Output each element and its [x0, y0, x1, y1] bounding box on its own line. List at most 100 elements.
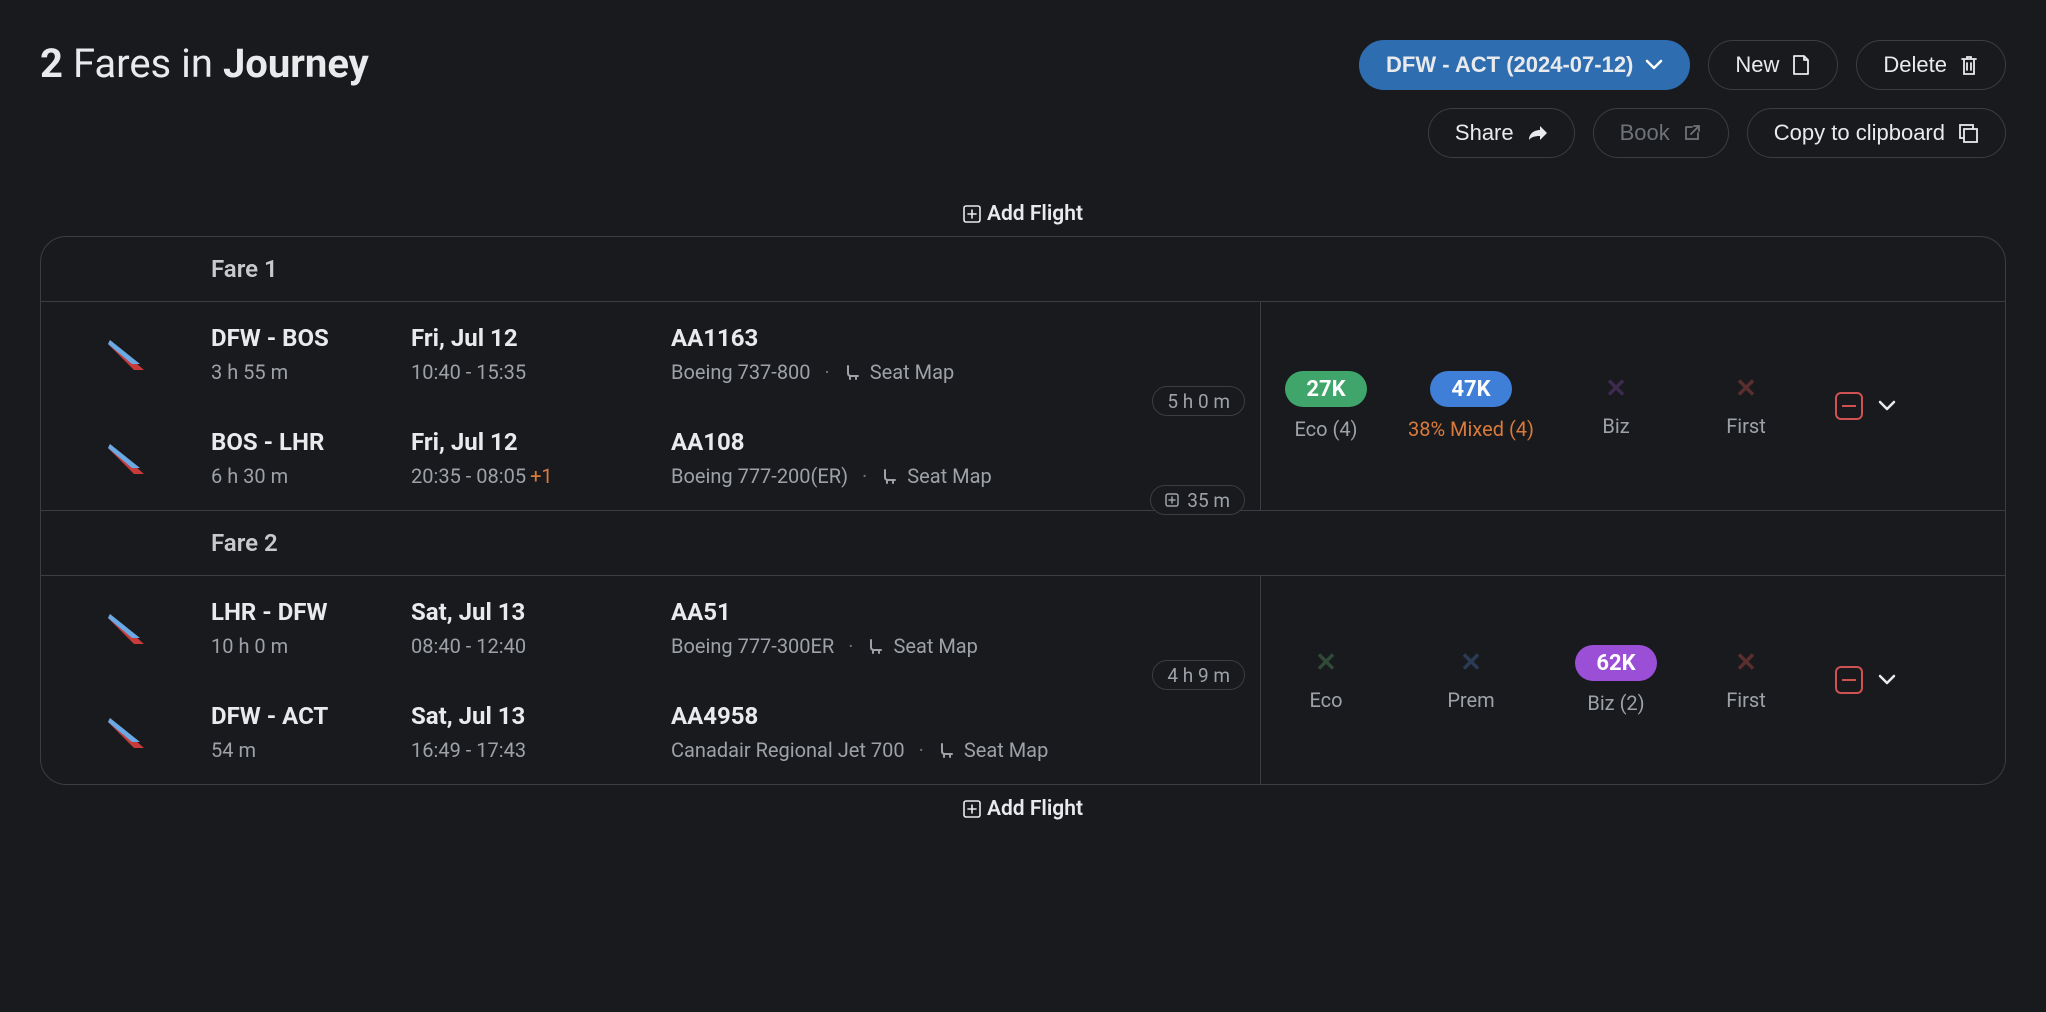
- x-icon: ✕: [1735, 374, 1757, 404]
- mixed-points: 47K: [1430, 371, 1512, 407]
- seat-map-label: Seat Map: [907, 464, 991, 488]
- cabin-first: ✕ First: [1726, 374, 1766, 438]
- chevron-down-icon[interactable]: [1877, 399, 1897, 413]
- cabin-mixed[interactable]: 47K 38% Mixed (4): [1408, 371, 1534, 441]
- route: DFW - BOS: [211, 324, 411, 352]
- book-button[interactable]: Book: [1593, 108, 1729, 158]
- add-flight-label: Add Flight: [987, 797, 1083, 821]
- fare2-label: Fare 2: [41, 511, 2005, 576]
- times: 10:40 - 15:35: [411, 360, 526, 384]
- duration: 54 m: [211, 738, 411, 762]
- date: Fri, Jul 12: [411, 428, 671, 456]
- eco-label: Eco (4): [1294, 417, 1357, 441]
- seat-map-link[interactable]: Seat Map: [938, 738, 1048, 762]
- connect-pill[interactable]: 35 m: [1150, 485, 1245, 515]
- dot-separator-icon: ·: [862, 464, 867, 488]
- layover-pill: 4 h 9 m: [1152, 660, 1245, 690]
- fare2-segment-1: DFW - ACT 54 m Sat, Jul 13 16:49 - 17:43…: [41, 680, 1260, 784]
- cabin-biz[interactable]: 62K Biz (2): [1575, 645, 1657, 715]
- fares-card: Fare 1 DFW - BOS 3 h 55 m Fri, Jul 12 10…: [40, 236, 2006, 785]
- add-flight-top[interactable]: Add Flight: [40, 196, 2006, 236]
- aircraft: Canadair Regional Jet 700: [671, 738, 905, 762]
- plus-square-icon: [963, 800, 981, 818]
- layover-duration: 4 h 9 m: [1167, 664, 1230, 687]
- x-icon: ✕: [1605, 374, 1627, 404]
- fare-label-text: Fares in: [73, 40, 213, 87]
- chevron-down-icon[interactable]: [1877, 673, 1897, 687]
- flight-number: AA108: [671, 428, 1260, 456]
- fare1-segment-0: DFW - BOS 3 h 55 m Fri, Jul 12 10:40 - 1…: [41, 302, 1260, 406]
- date: Sat, Jul 13: [411, 702, 671, 730]
- seat-icon: [938, 741, 956, 759]
- route: BOS - LHR: [211, 428, 411, 456]
- prem-label: Prem: [1447, 688, 1494, 712]
- eco-label: Eco: [1309, 688, 1342, 712]
- connect-duration: 35 m: [1187, 489, 1230, 512]
- cabin-first: ✕ First: [1726, 648, 1766, 712]
- seat-map-link[interactable]: Seat Map: [867, 634, 977, 658]
- seat-icon: [844, 363, 862, 381]
- route: DFW - ACT: [211, 702, 411, 730]
- biz-label: Biz (2): [1587, 691, 1644, 715]
- cabin-biz: ✕ Biz: [1602, 374, 1629, 438]
- seat-icon: [881, 467, 899, 485]
- flight-number: AA4958: [671, 702, 1260, 730]
- remove-fare-button[interactable]: [1835, 392, 1863, 420]
- date: Fri, Jul 12: [411, 324, 671, 352]
- share-button[interactable]: Share: [1428, 108, 1575, 158]
- file-plus-icon: [1791, 54, 1811, 76]
- new-button[interactable]: New: [1708, 40, 1838, 90]
- add-flight-label: Add Flight: [987, 202, 1083, 226]
- times: 08:40 - 12:40: [411, 634, 526, 658]
- first-label: First: [1726, 688, 1766, 712]
- remove-fare-button[interactable]: [1835, 666, 1863, 694]
- biz-label: Biz: [1602, 414, 1629, 438]
- seat-map-link[interactable]: Seat Map: [844, 360, 954, 384]
- trash-icon: [1959, 54, 1979, 76]
- delete-label: Delete: [1883, 52, 1947, 78]
- plus-square-icon: [963, 205, 981, 223]
- delete-button[interactable]: Delete: [1856, 40, 2006, 90]
- add-flight-bottom[interactable]: Add Flight: [40, 791, 2006, 831]
- share-label: Share: [1455, 120, 1514, 146]
- fare-count: 2: [40, 40, 63, 87]
- cabin-eco[interactable]: 27K Eco (4): [1285, 371, 1367, 441]
- journey-select[interactable]: DFW - ACT (2024-07-12): [1359, 40, 1690, 90]
- copy-label: Copy to clipboard: [1774, 120, 1945, 146]
- seat-map-link[interactable]: Seat Map: [881, 464, 991, 488]
- biz-points: 62K: [1575, 645, 1657, 681]
- airline-logo-icon: [41, 598, 211, 650]
- fare2-segment-0: LHR - DFW 10 h 0 m Sat, Jul 13 08:40 - 1…: [41, 576, 1260, 680]
- layover-duration: 5 h 0 m: [1167, 390, 1230, 413]
- seat-map-label: Seat Map: [893, 634, 977, 658]
- date: Sat, Jul 13: [411, 598, 671, 626]
- fare1-row-actions: [1835, 392, 1897, 420]
- page-title: 2 Fares in Journey: [40, 40, 369, 87]
- header-actions: DFW - ACT (2024-07-12) New Delete: [1359, 40, 2006, 158]
- copy-button[interactable]: Copy to clipboard: [1747, 108, 2006, 158]
- fare2-segments: LHR - DFW 10 h 0 m Sat, Jul 13 08:40 - 1…: [41, 576, 1261, 784]
- fare1-segments: DFW - BOS 3 h 55 m Fri, Jul 12 10:40 - 1…: [41, 302, 1261, 510]
- book-label: Book: [1620, 120, 1670, 146]
- fare1-label: Fare 1: [41, 237, 2005, 302]
- fare1-block: DFW - BOS 3 h 55 m Fri, Jul 12 10:40 - 1…: [41, 302, 2005, 511]
- fare1-availability: 27K Eco (4) 47K 38% Mixed (4) ✕ Biz ✕ Fi…: [1261, 302, 2005, 510]
- external-link-icon: [1682, 123, 1702, 143]
- airline-logo-icon: [41, 324, 211, 376]
- clipboard-icon: [1957, 122, 1979, 144]
- seat-map-label: Seat Map: [870, 360, 954, 384]
- share-arrow-icon: [1526, 123, 1548, 143]
- aircraft: Boeing 777-300ER: [671, 634, 834, 658]
- aircraft: Boeing 737-800: [671, 360, 811, 384]
- fare2-availability: ✕ Eco ✕ Prem 62K Biz (2) ✕ First: [1261, 576, 2005, 784]
- x-icon: ✕: [1315, 648, 1337, 678]
- dot-separator-icon: ·: [919, 738, 924, 762]
- cabin-eco: ✕ Eco: [1309, 648, 1342, 712]
- duration: 6 h 30 m: [211, 464, 411, 488]
- new-label: New: [1735, 52, 1779, 78]
- fare2-block: LHR - DFW 10 h 0 m Sat, Jul 13 08:40 - 1…: [41, 576, 2005, 784]
- flight-number: AA1163: [671, 324, 1260, 352]
- cabin-prem: ✕ Prem: [1447, 648, 1494, 712]
- aircraft: Boeing 777-200(ER): [671, 464, 848, 488]
- times: 16:49 - 17:43: [411, 738, 526, 762]
